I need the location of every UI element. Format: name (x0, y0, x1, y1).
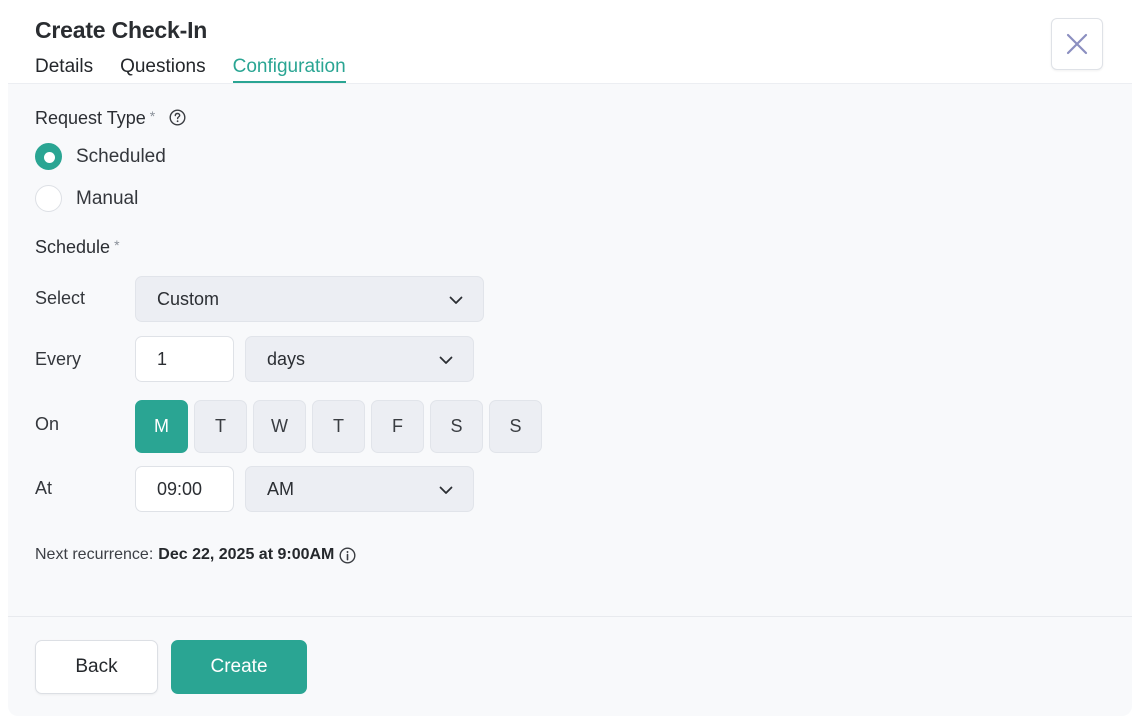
schedule-preset-select[interactable]: Custom (135, 276, 484, 322)
tab-details[interactable]: Details (35, 56, 93, 83)
every-unit-value: days (267, 348, 306, 369)
day-toggle-monday[interactable]: M (135, 400, 188, 453)
chevron-down-icon (439, 356, 453, 364)
day-toggle-tuesday[interactable]: T (194, 400, 247, 453)
request-type-label: Request Type * (35, 108, 155, 129)
every-row-label: Every (35, 349, 82, 369)
back-button[interactable]: Back (35, 640, 158, 694)
close-button[interactable] (1051, 18, 1103, 70)
radio-scheduled-indicator[interactable] (35, 143, 62, 170)
request-type-label-text: Request Type (35, 108, 146, 128)
radio-manual-indicator[interactable] (35, 185, 62, 212)
radio-manual-label: Manual (76, 187, 139, 209)
radio-scheduled-label: Scheduled (76, 145, 166, 167)
day-toggle-wednesday[interactable]: W (253, 400, 306, 453)
period-value: AM (267, 478, 294, 499)
select-row-label: Select (35, 288, 86, 308)
chevron-down-icon (449, 296, 463, 304)
at-row-label: At (35, 478, 53, 498)
schedule-preset-value: Custom (157, 288, 220, 309)
day-toggle-saturday[interactable]: S (430, 400, 483, 453)
create-check-in-modal: Create Check-In Details Questions Config… (8, 4, 1132, 716)
every-unit-select[interactable]: days (245, 336, 474, 382)
modal-footer: Back Create (8, 616, 1132, 716)
day-toggle-sunday[interactable]: S (489, 400, 542, 453)
tab-configuration[interactable]: Configuration (232, 56, 346, 83)
radio-scheduled[interactable]: Scheduled (35, 143, 166, 170)
schedule-label: Schedule * (35, 237, 120, 258)
period-select[interactable]: AM (245, 466, 474, 512)
radio-manual[interactable]: Manual (35, 185, 138, 212)
day-toggle-friday[interactable]: F (371, 400, 424, 453)
question-circle-icon[interactable] (169, 109, 186, 126)
day-toggle-thursday[interactable]: T (312, 400, 365, 453)
create-button[interactable]: Create (171, 640, 307, 694)
required-mark: * (114, 237, 120, 253)
schedule-label-text: Schedule (35, 237, 111, 257)
time-input[interactable]: 09:00 (135, 466, 234, 512)
modal-title: Create Check-In (35, 17, 208, 43)
modal-header: Create Check-In Details Questions Config… (8, 4, 1132, 84)
tab-bar: Details Questions Configuration (35, 56, 346, 83)
next-recurrence: Next recurrence: Dec 22, 2025 at 9:00AM (35, 546, 356, 564)
next-recurrence-label: Next recurrence: (35, 546, 154, 563)
every-count-input[interactable]: 1 (135, 336, 234, 382)
on-row-label: On (35, 414, 60, 434)
tab-questions[interactable]: Questions (120, 56, 206, 83)
info-circle-icon[interactable] (339, 546, 356, 564)
close-icon (1066, 33, 1088, 55)
chevron-down-icon (439, 486, 453, 494)
required-mark: * (149, 108, 156, 124)
configuration-form: Request Type * Scheduled Manual Schedule *… (8, 84, 1132, 616)
next-recurrence-value: Dec 22, 2025 at 9:00AM (158, 546, 335, 563)
